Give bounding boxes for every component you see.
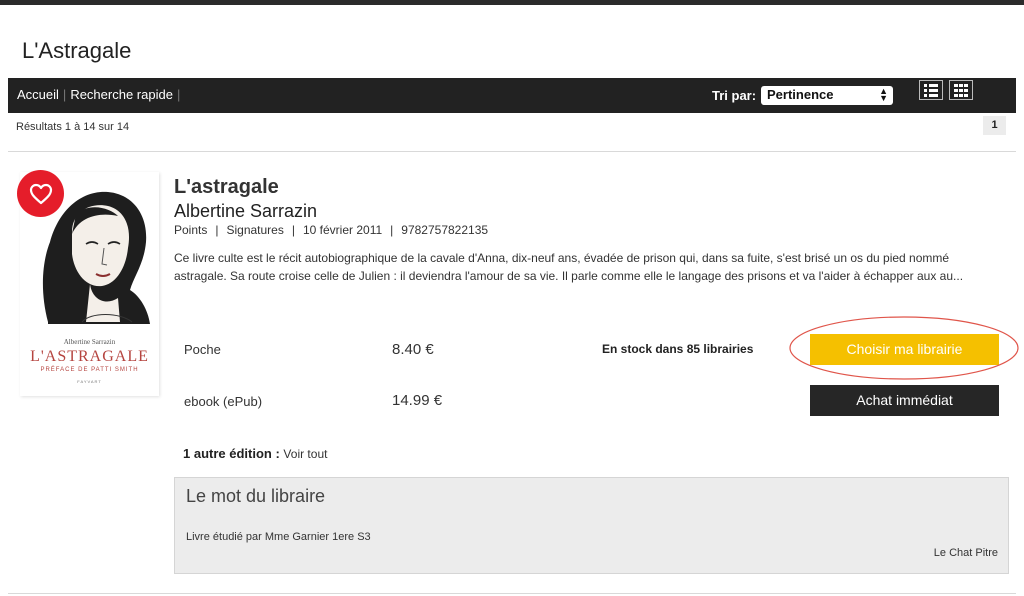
- other-editions-label: 1 autre édition :: [183, 446, 280, 461]
- site-title: L'Astragale: [22, 38, 132, 63]
- grid-view-button[interactable]: [949, 80, 973, 100]
- navbar: Accueil | Recherche rapide | Tri par: Pe…: [8, 78, 1016, 113]
- meta-separator: |: [291, 223, 295, 237]
- stock-status: En stock dans 85 librairies: [602, 342, 754, 356]
- format-name-ebook: ebook (ePub): [184, 394, 263, 409]
- sort-select-value: Pertinence: [767, 87, 834, 102]
- book-collection[interactable]: Signatures: [226, 223, 283, 237]
- pagination-page-1[interactable]: 1: [983, 116, 1006, 135]
- book-publisher[interactable]: Points: [174, 223, 207, 237]
- list-view-button[interactable]: [919, 80, 943, 100]
- book-description: Ce livre culte est le récit autobiograph…: [174, 251, 964, 283]
- sort-label: Tri par:: [712, 88, 757, 103]
- cover-subtitle: PRÉFACE DE PATTI SMITH: [40, 367, 139, 373]
- sort-select[interactable]: Pertinence ▲ ▼: [761, 86, 893, 105]
- bookseller-note-title: Le mot du libraire: [186, 486, 326, 506]
- nav-link-accueil[interactable]: Accueil: [17, 87, 59, 102]
- cover-publisher: FAYVART: [77, 379, 102, 384]
- nav-separator: |: [176, 87, 181, 102]
- book-title[interactable]: L'astragale: [174, 176, 279, 199]
- book-isbn: 9782757822135: [401, 223, 489, 237]
- format-name-poche: Poche: [184, 342, 221, 357]
- breadcrumb: Accueil | Recherche rapide |: [17, 87, 184, 102]
- list-view-icon: [924, 84, 938, 97]
- grid-view-icon: [954, 84, 968, 97]
- format-price-poche: 8.40 €: [392, 341, 434, 358]
- meta-separator: |: [390, 223, 394, 237]
- book-meta: Points | Signatures | 10 février 2011 | …: [174, 223, 488, 237]
- top-bar: [0, 0, 1024, 5]
- format-price-ebook: 14.99 €: [392, 392, 443, 409]
- book-author[interactable]: Albertine Sarrazin: [174, 201, 317, 222]
- divider: [8, 593, 1016, 594]
- updown-arrow-icon: ▲ ▼: [879, 86, 888, 103]
- buy-now-button[interactable]: Achat immédiat: [810, 385, 999, 416]
- see-all-link[interactable]: Voir tout: [283, 447, 327, 461]
- nav-link-recherche-rapide[interactable]: Recherche rapide: [70, 87, 173, 102]
- heart-icon: [29, 183, 52, 204]
- favorite-button[interactable]: [17, 170, 64, 217]
- meta-separator: |: [215, 223, 219, 237]
- bookseller-note-box: Le mot du libraire Livre étudié par Mme …: [174, 477, 1009, 574]
- nav-separator: |: [62, 87, 67, 102]
- results-count: Résultats 1 à 14 sur 14: [16, 121, 130, 133]
- divider: [8, 151, 1016, 152]
- cover-author: Albertine Sarrazin: [63, 338, 116, 346]
- bookseller-note-signature: Le Chat Pitre: [933, 547, 998, 559]
- choose-bookstore-button[interactable]: Choisir ma librairie: [810, 334, 999, 365]
- cover-title: L'ASTRAGALE: [30, 348, 149, 365]
- book-date: 10 février 2011: [302, 223, 383, 237]
- other-editions: 1 autre édition : Voir tout: [183, 446, 327, 461]
- bookseller-note-text: Livre étudié par Mme Garnier 1ere S3: [186, 531, 371, 543]
